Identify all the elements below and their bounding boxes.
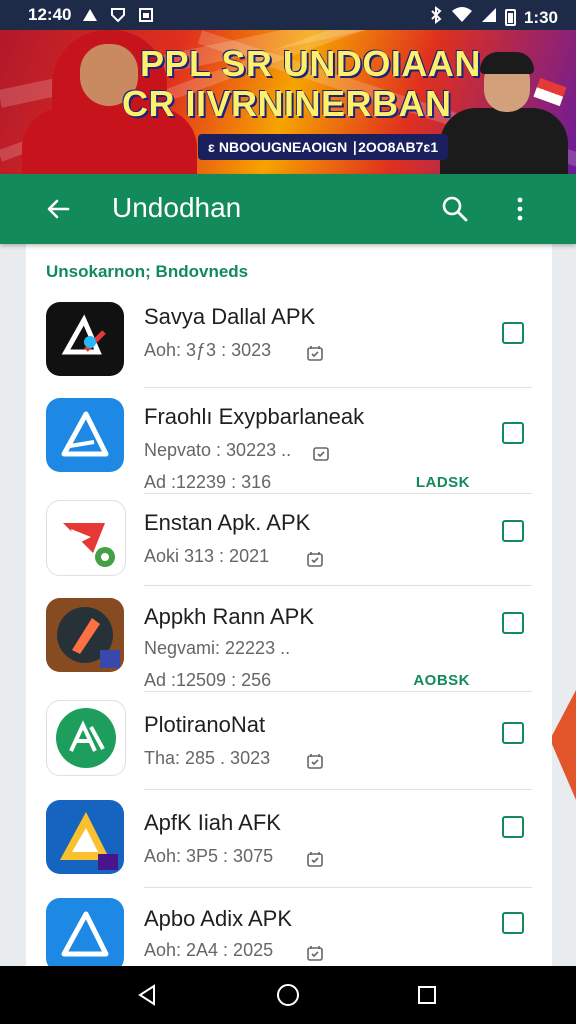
list-item[interactable]: Appkh Rann APK Negvami: 22223 .. Ad :125… xyxy=(26,586,552,692)
app-icon-green-circle xyxy=(46,700,126,776)
select-checkbox[interactable] xyxy=(502,422,524,444)
notification-icon xyxy=(81,7,99,23)
select-checkbox[interactable] xyxy=(502,722,524,744)
more-vert-icon[interactable] xyxy=(508,194,532,224)
app-icon-red-play xyxy=(46,500,126,576)
download-tag[interactable]: LADSK xyxy=(416,474,470,491)
app-meta: Tha: 285 . 3023 xyxy=(144,748,271,768)
select-checkbox[interactable] xyxy=(502,520,524,542)
select-checkbox[interactable] xyxy=(502,612,524,634)
back-arrow-icon[interactable] xyxy=(44,194,74,224)
section-title: Unsokarnon; Bndovneds xyxy=(46,262,249,281)
calendar-icon xyxy=(312,444,330,462)
bluetooth-icon xyxy=(429,6,443,29)
hoodie-logo xyxy=(64,124,134,156)
back-triangle-icon[interactable] xyxy=(134,982,160,1008)
app-icon-black-logo xyxy=(46,302,124,376)
banner-headline-line2: CR IIVRNINERBAN xyxy=(122,83,452,124)
app-icon-blue-triangle xyxy=(46,398,124,472)
calendar-icon xyxy=(306,850,324,868)
status-time: 12:40 xyxy=(28,5,72,24)
status-right: 1:30 xyxy=(429,6,558,29)
recents-square-icon[interactable] xyxy=(414,982,440,1008)
app-meta: Aoh: 2A4 : 2025 xyxy=(144,940,274,960)
status-clock-right: 1:30 xyxy=(523,7,558,27)
signal-icon xyxy=(481,7,497,28)
app-bar: Undodhan xyxy=(0,174,576,244)
list-item[interactable]: Apbo Adix APK Aoh: 2A4 : 2025 xyxy=(26,888,552,966)
app-icon-blue-yellow xyxy=(46,800,124,874)
app-icon-blue-triangle xyxy=(46,898,124,966)
app-name: Enstan Apk. APK xyxy=(144,510,311,535)
search-icon[interactable] xyxy=(440,194,470,224)
app-meta: Negvami: 22223 .. xyxy=(144,638,291,658)
battery-icon xyxy=(504,9,516,26)
app-meta: Aoh: 3ƒ3 : 3023 xyxy=(144,340,272,360)
promo-banner[interactable]: PPL SR UNDOIAAN CR IIVRNINERBAN ɛ NBOOUG… xyxy=(0,30,576,174)
select-checkbox[interactable] xyxy=(502,816,524,838)
calendar-icon xyxy=(306,944,324,962)
app-icon-dark-shield xyxy=(46,598,124,672)
list-item[interactable]: PlotiranoNat Tha: 285 . 3023 xyxy=(26,692,552,790)
calendar-icon xyxy=(306,550,324,568)
shield-notification-icon xyxy=(109,7,127,23)
app-meta-secondary: Ad :12239 : 316 xyxy=(144,472,272,492)
list-item[interactable]: Fraohlı Exypbarlaneak Nepvato : 30223 ..… xyxy=(26,388,552,494)
calendar-icon xyxy=(306,752,324,770)
page-title: Undodhan xyxy=(112,192,242,223)
banner-subline: ɛ NBOOUGNEAOIGN ∣2OO8AB7ɛ1 xyxy=(198,134,449,160)
app-name: Appkh Rann APK xyxy=(144,604,315,629)
flag-icon xyxy=(533,77,567,107)
system-nav-bar xyxy=(0,966,576,1024)
list-item[interactable]: Enstan Apk. APK Aoki 313 : 2021 xyxy=(26,494,552,586)
app-name: PlotiranoNat xyxy=(144,712,266,737)
app-name: Apbo Adix APK xyxy=(144,906,292,931)
app-meta: Aoh: 3P5 : 3075 xyxy=(144,846,274,866)
list-item[interactable]: ApfK Iiah AFK Aoh: 3P5 : 3075 xyxy=(26,790,552,888)
side-decoration xyxy=(550,690,576,800)
wifi-icon xyxy=(451,6,473,29)
app-name: Fraohlı Exypbarlaneak xyxy=(144,404,365,429)
select-checkbox[interactable] xyxy=(502,322,524,344)
banner-headline-line1: PPL SR UNDOIAAN xyxy=(140,43,481,84)
app-list-card: Unsokarnon; Bndovneds Savya Dallal APK A… xyxy=(26,244,552,966)
status-bar: 12:40 1:30 xyxy=(0,0,576,30)
home-circle-icon[interactable] xyxy=(275,982,301,1008)
banner-headline: PPL SR UNDOIAAN CR IIVRNINERBAN xyxy=(122,43,481,124)
app-name: Savya Dallal APK xyxy=(144,304,316,329)
download-tag[interactable]: AOBSK xyxy=(413,672,470,689)
image-notification-icon xyxy=(137,7,155,23)
select-checkbox[interactable] xyxy=(502,912,524,934)
calendar-icon xyxy=(306,344,324,362)
app-meta: Aoki 313 : 2021 xyxy=(144,546,270,566)
app-name: ApfK Iiah AFK xyxy=(144,810,281,835)
list-item[interactable]: Savya Dallal APK Aoh: 3ƒ3 : 3023 xyxy=(26,288,552,388)
app-meta-secondary: Ad :12509 : 256 xyxy=(144,670,272,690)
app-meta: Nepvato : 30223 .. xyxy=(144,440,292,460)
